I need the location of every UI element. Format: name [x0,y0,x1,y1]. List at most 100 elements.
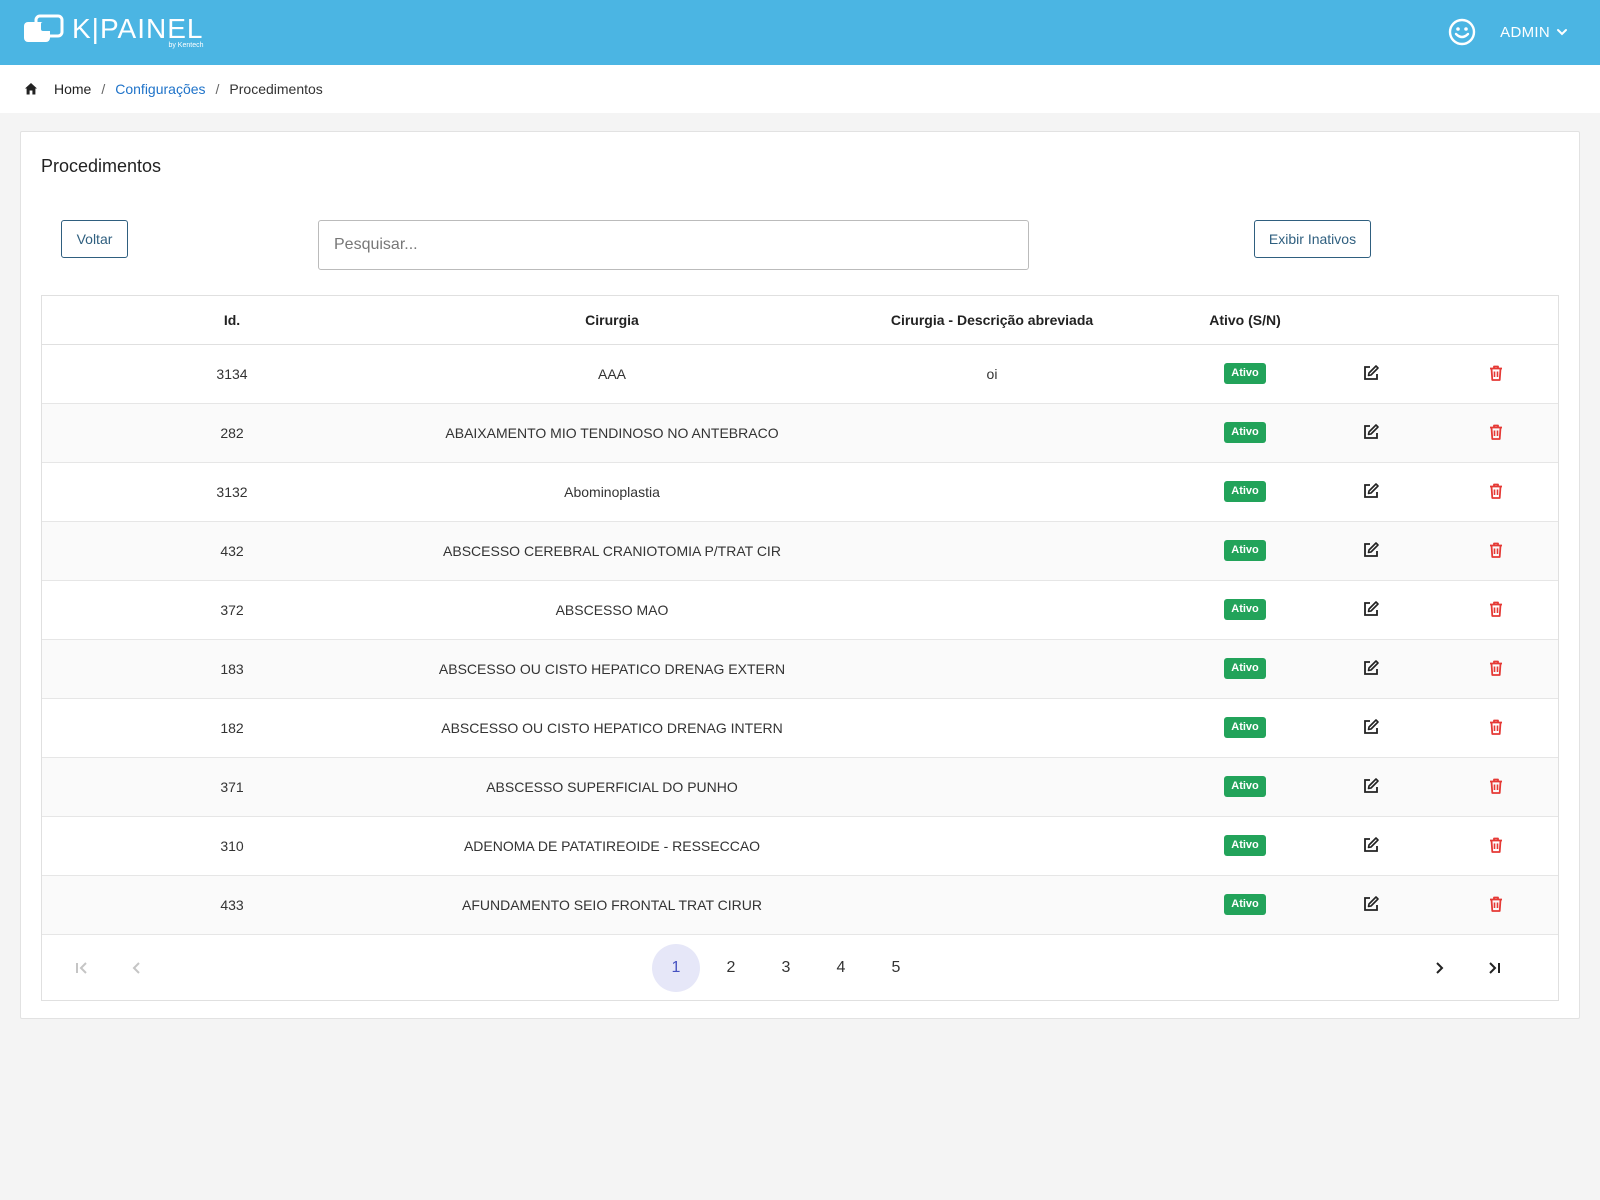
next-page-button[interactable] [1425,954,1453,982]
edit-button[interactable] [1360,834,1382,856]
cell-delete [1434,698,1558,758]
cell-ativo: Ativo [1182,757,1308,817]
trash-icon [1490,660,1502,676]
cell-delete [1434,580,1558,640]
last-page-button[interactable] [1480,954,1508,982]
user-name[interactable]: ADMIN [1500,24,1550,41]
delete-button[interactable] [1485,716,1507,738]
cell-edit [1308,462,1434,522]
edit-icon [1364,483,1379,498]
trash-icon [1490,424,1502,440]
chevron-down-icon[interactable] [1556,26,1568,38]
edit-button[interactable] [1360,716,1382,738]
cell-cirurgia: AAA [422,344,802,404]
status-badge: Ativo [1224,835,1266,856]
cell-id: 371 [42,757,422,817]
edit-button[interactable] [1360,480,1382,502]
edit-button[interactable] [1360,421,1382,443]
column-header-descricao: Cirurgia - Descrição abreviada [802,296,1182,345]
smiley-icon[interactable] [1448,18,1476,46]
edit-button[interactable] [1360,539,1382,561]
table-row[interactable]: 433 AFUNDAMENTO SEIO FRONTAL TRAT CIRUR At… [42,875,1558,935]
search-input[interactable] [318,220,1029,270]
cell-descricao [802,639,1182,699]
last-page-icon [1489,962,1500,974]
cell-descricao [802,462,1182,522]
breadcrumb-home[interactable]: Home [54,81,91,97]
table-header-row: Id. Cirurgia Cirurgia - Descrição abrevi… [42,296,1558,345]
cell-id: 3134 [42,344,422,404]
table-row[interactable]: 3134 AAA oi Ativo [42,344,1558,404]
user-menu[interactable]: ADMIN [1448,16,1568,48]
previous-page-button[interactable] [123,954,151,982]
cell-delete [1434,521,1558,581]
delete-button[interactable] [1485,834,1507,856]
delete-button[interactable] [1485,421,1507,443]
status-badge: Ativo [1224,422,1266,443]
page-4-button[interactable]: 4 [817,944,865,992]
app-logo[interactable]: K|PAINEL by Kentech [22,14,203,52]
table-row[interactable]: 371 ABSCESSO SUPERFICIAL DO PUNHO Ativo [42,757,1558,817]
edit-icon [1364,660,1379,675]
cell-cirurgia: ABSCESSO MAO [422,580,802,640]
first-page-icon [76,962,87,974]
status-badge: Ativo [1224,481,1266,502]
cell-edit [1308,816,1434,876]
status-badge: Ativo [1224,658,1266,679]
trash-icon [1490,365,1502,381]
delete-button[interactable] [1485,539,1507,561]
delete-button[interactable] [1485,362,1507,384]
table-row[interactable]: 183 ABSCESSO OU CISTO HEPATICO DRENAG EXT… [42,639,1558,699]
column-header-cirurgia: Cirurgia [422,296,802,345]
table-row[interactable]: 282 ABAIXAMENTO MIO TENDINOSO NO ANTEBRAC… [42,403,1558,463]
edit-icon [1364,837,1379,852]
cell-descricao [802,757,1182,817]
delete-button[interactable] [1485,598,1507,620]
cell-cirurgia: ABSCESSO OU CISTO HEPATICO DRENAG EXTERN [422,639,802,699]
table-row[interactable]: 310 ADENOMA DE PATATIREOIDE - RESSECCAO At… [42,816,1558,876]
cell-ativo: Ativo [1182,462,1308,522]
breadcrumb-configuracoes[interactable]: Configurações [115,81,205,97]
cell-cirurgia: AFUNDAMENTO SEIO FRONTAL TRAT CIRUR [422,875,802,935]
cell-delete [1434,757,1558,817]
page-5-button[interactable]: 5 [872,944,920,992]
table-row[interactable]: 182 ABSCESSO OU CISTO HEPATICO DRENAG INT… [42,698,1558,758]
page-2-button[interactable]: 2 [707,944,755,992]
procedures-card: Procedimentos Voltar Exibir Inativos Id.… [20,131,1580,1019]
back-button[interactable]: Voltar [61,220,128,258]
pagination: 1 2 3 4 5 [42,936,1558,1000]
page-3-button[interactable]: 3 [762,944,810,992]
edit-icon [1364,424,1379,439]
table-row[interactable]: 432 ABSCESSO CEREBRAL CRANIOTOMIA P/TRAT … [42,521,1558,581]
home-icon[interactable] [24,82,38,96]
edit-button[interactable] [1360,362,1382,384]
edit-button[interactable] [1360,775,1382,797]
edit-button[interactable] [1360,657,1382,679]
table-row[interactable]: 3132 Abominoplastia Ativo [42,462,1558,522]
logo-subtext: by Kentech [168,42,204,49]
cell-descricao [802,875,1182,935]
show-inactive-button[interactable]: Exibir Inativos [1254,220,1371,258]
delete-button[interactable] [1485,775,1507,797]
edit-button[interactable] [1360,893,1382,915]
chevron-left-icon [132,962,140,974]
cell-ativo: Ativo [1182,403,1308,463]
delete-button[interactable] [1485,893,1507,915]
column-header-id: Id. [42,296,422,345]
cell-edit [1308,521,1434,581]
delete-button[interactable] [1485,480,1507,502]
cell-descricao [802,403,1182,463]
page-1-button[interactable]: 1 [652,944,700,992]
cell-id: 310 [42,816,422,876]
first-page-button[interactable] [68,954,96,982]
cell-id: 432 [42,521,422,581]
delete-button[interactable] [1485,657,1507,679]
cell-id: 282 [42,403,422,463]
column-header-delete [1434,296,1558,345]
table-row[interactable]: 372 ABSCESSO MAO Ativo [42,580,1558,640]
column-header-ativo: Ativo (S/N) [1182,296,1308,345]
trash-icon [1490,483,1502,499]
cell-cirurgia: Abominoplastia [422,462,802,522]
trash-icon [1490,601,1502,617]
edit-button[interactable] [1360,598,1382,620]
